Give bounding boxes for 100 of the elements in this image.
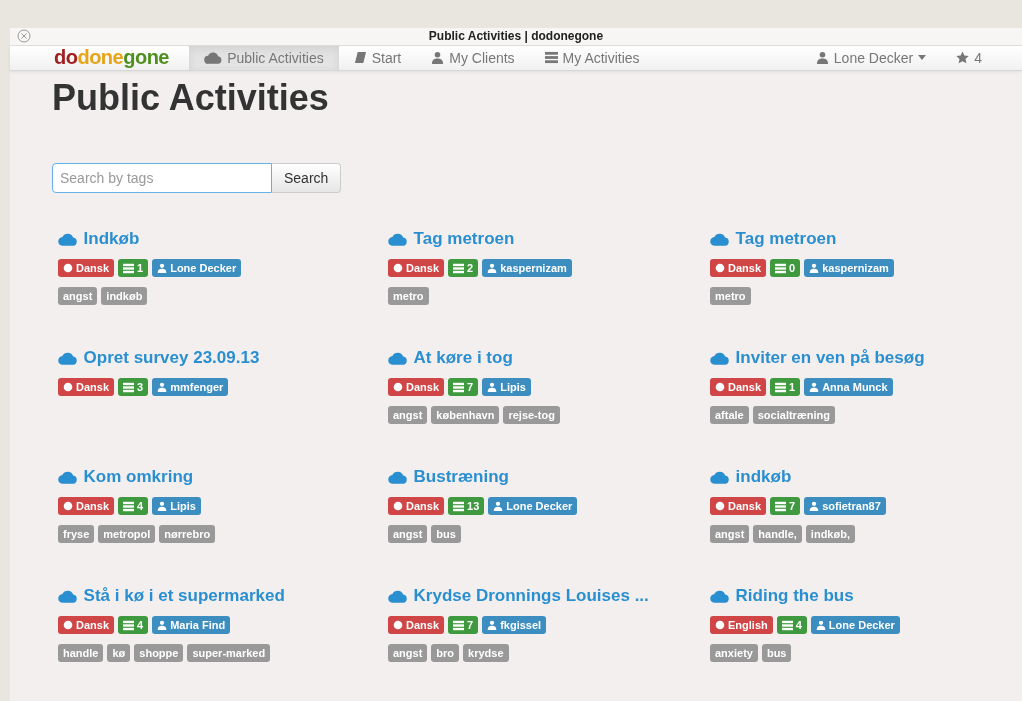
tag-label[interactable]: angst [388,644,428,662]
tag-label[interactable]: metro [388,287,429,305]
owner-label: Lone Decker [810,616,900,634]
search-field[interactable]: Search by tags [52,163,272,193]
activity-title[interactable]: Inviter en ven på besøg [710,348,1004,368]
brand-logo[interactable]: dodonegone [54,45,189,70]
owner-label: Maria Find [152,616,231,634]
tag-label[interactable]: københavn [431,406,500,424]
nav-tab[interactable]: Public Activities [189,45,339,70]
cloud-icon [388,232,408,246]
activity-title[interactable]: Stå i kø i et supermarked [58,586,382,606]
tag-label[interactable]: nørrebro [159,525,216,543]
user-icon [809,501,820,511]
language-label: Dansk [388,259,445,277]
language-label: Dansk [388,497,445,515]
tag-label[interactable]: metropol [98,525,156,543]
cloud-icon [204,51,223,65]
user-menu[interactable]: Lone Decker [800,45,942,70]
owner-label: mmfenger [152,378,229,396]
activity-title[interactable]: Tag metroen [710,229,1004,249]
count-label: 3 [118,378,149,396]
list-icon [453,262,465,274]
close-icon[interactable] [17,29,31,44]
tag-label[interactable]: bro [431,644,460,662]
user-icon [157,382,168,392]
activity-title[interactable]: Opret survey 23.09.13 [58,348,382,368]
list-icon [123,500,135,512]
tag-label[interactable]: angst [388,525,428,543]
tag-label[interactable]: krydse [463,644,509,662]
tag-label[interactable]: indkøb [101,287,148,305]
count-label: 4 [118,616,149,634]
list-icon [123,381,135,393]
activity-title[interactable]: Kom omkring [58,467,382,487]
activity-title[interactable]: Indkøb [58,229,382,249]
user-icon [157,620,168,630]
tag-label[interactable]: kø [107,644,131,662]
language-label: Dansk [710,497,767,515]
tag-label[interactable]: bus [761,644,792,662]
user-icon [493,501,504,511]
user-icon [809,263,820,273]
caret-icon [918,55,927,61]
tag-label[interactable]: angst [388,406,428,424]
nav-tab[interactable]: My Activities [529,45,655,70]
nav-tab[interactable]: Start [338,45,417,70]
activity-title[interactable]: Riding the bus [710,586,1004,606]
tag-label[interactable]: shoppe [134,644,184,662]
tag-label[interactable]: handle, [753,525,802,543]
owner-label: Lipis [152,497,201,515]
tag-label[interactable]: super-marked [187,644,271,662]
activity-title[interactable]: Bustræning [388,467,704,487]
tag-label[interactable]: rejse-tog [503,406,560,424]
tag-label[interactable]: indkøb, [805,525,855,543]
tag-label[interactable]: anxiety [710,644,758,662]
cloud-icon [58,589,78,603]
cloud-icon [710,351,730,365]
language-label: Dansk [58,259,115,277]
owner-label: kaspernizam [482,259,572,277]
owner-label: Anna Munck [804,378,893,396]
tag-label[interactable]: angst [58,287,98,305]
star-icon [956,51,970,65]
owner-label: fkgissel [482,616,547,634]
count-label: 7 [448,378,479,396]
tag-label[interactable]: socialtræning [752,406,835,424]
user-icon [487,382,498,392]
activity-title[interactable]: At køre i tog [388,348,704,368]
activity-title[interactable]: Tag metroen [388,229,704,249]
count-label: 7 [448,616,479,634]
search-button[interactable]: Search [272,163,342,193]
cloud-icon [388,470,408,484]
tag-label[interactable]: bus [431,525,461,543]
tag-label[interactable]: aftale [710,406,749,424]
list-icon [123,619,135,631]
cloud-icon [388,351,408,365]
tag-label[interactable]: angst [710,525,750,543]
cloud-icon [58,351,78,365]
language-label: Dansk [58,616,115,634]
count-label: 4 [776,616,807,634]
cloud-icon [710,470,730,484]
list-icon [453,619,465,631]
tag-label[interactable]: metro [710,287,751,305]
list-icon [781,619,793,631]
cloud-icon [58,470,78,484]
list-icon [544,51,558,65]
user-icon [487,263,498,273]
user-icon [487,620,498,630]
owner-label: Lone Decker [488,497,578,515]
activity-title[interactable]: indkøb [710,467,1004,487]
list-icon [453,500,465,512]
count-label: 1 [118,259,149,277]
activity-title[interactable]: Krydse Dronnings Louises ... [388,586,704,606]
owner-label: kaspernizam [804,259,894,277]
nav-tab[interactable]: My Clients [416,45,530,70]
count-label: 0 [770,259,801,277]
tag-label[interactable]: handle [58,644,104,662]
count-label: 1 [770,378,801,396]
stars-link[interactable]: 4 [941,45,1022,70]
count-label: 7 [770,497,801,515]
tag-label[interactable]: fryse [58,525,95,543]
user-icon [815,51,829,65]
list-icon [453,381,465,393]
